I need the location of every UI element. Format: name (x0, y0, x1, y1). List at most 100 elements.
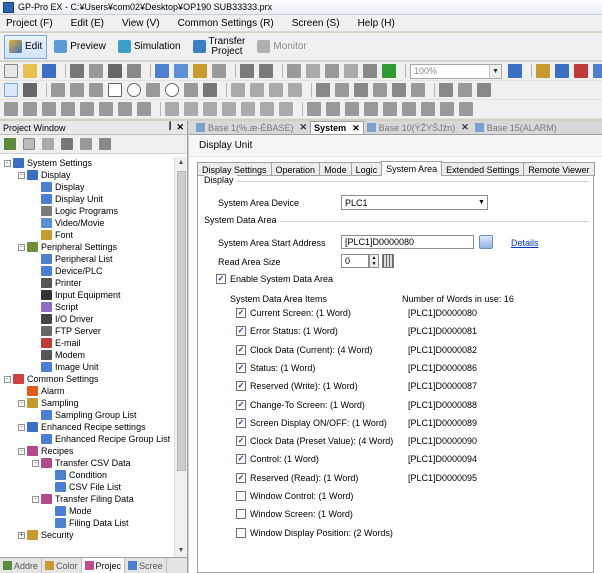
rotate-icon[interactable] (241, 102, 255, 116)
list-icon[interactable] (440, 102, 454, 116)
arc-icon[interactable] (184, 83, 198, 97)
menu-project[interactable]: Project (F) (6, 18, 53, 29)
bring-front-icon[interactable] (165, 102, 179, 116)
tab-remote-viewer[interactable]: Remote Viewer (523, 162, 595, 176)
tab-logic[interactable]: Logic (350, 162, 383, 176)
tree-item[interactable]: Peripheral List (0, 253, 174, 265)
tree-item[interactable]: - Transfer CSV Data (0, 457, 174, 469)
align-right-icon[interactable] (42, 102, 56, 116)
cut-icon[interactable] (287, 64, 301, 78)
item-checkbox[interactable]: ✓ (236, 381, 246, 392)
scale-icon[interactable] (250, 83, 264, 97)
item-checkbox[interactable]: ✓ (236, 454, 246, 465)
tree-item[interactable]: Alarm (0, 385, 174, 397)
tree-item[interactable]: Video/Movie (0, 217, 174, 229)
table-icon[interactable] (231, 83, 245, 97)
pin-icon[interactable]: ꟾ (169, 122, 172, 133)
start-address-input[interactable]: [PLC1]D0000080 (341, 235, 474, 249)
delete-item-icon[interactable] (61, 138, 73, 150)
guide-icon[interactable] (383, 102, 397, 116)
item-checkbox[interactable]: ✓ (236, 399, 246, 410)
layer-icon[interactable] (326, 102, 340, 116)
line-icon[interactable] (70, 83, 84, 97)
doc-tab-base-1[interactable]: Base 1(%.æ-ÉBASE) ✕ (193, 121, 310, 134)
tree-item[interactable]: Device/PLC (0, 265, 174, 277)
monitor-button[interactable]: Monitor (252, 35, 311, 59)
send-back-icon[interactable] (184, 102, 198, 116)
paste-icon[interactable] (325, 64, 339, 78)
collapse-icon[interactable]: - (18, 171, 25, 179)
close-tab-icon[interactable]: ✕ (300, 122, 308, 133)
alarm-icon[interactable] (411, 83, 425, 97)
tree-item[interactable]: Logic Programs (0, 205, 174, 217)
collapse-icon[interactable]: - (18, 423, 25, 431)
select-icon[interactable] (4, 83, 18, 97)
window-icon[interactable] (174, 64, 188, 78)
doc-tab-base-10[interactable]: Base 10(ÝŽYŠJžn) ✕ (364, 121, 472, 134)
enable-system-data-area-checkbox[interactable]: ✓ (216, 274, 226, 284)
align-center-icon[interactable] (23, 102, 37, 116)
close-icon[interactable]: ✕ (176, 122, 184, 133)
image-icon[interactable] (127, 64, 141, 78)
item-checkbox[interactable]: ✓ (236, 308, 246, 318)
menu-view[interactable]: View (V) (122, 18, 160, 29)
circle-icon[interactable] (127, 83, 141, 97)
distribute-icon[interactable] (118, 102, 132, 116)
grid-toggle-icon[interactable] (364, 102, 378, 116)
tree-item[interactable]: Sampling Group List (0, 409, 174, 421)
print-item-icon[interactable] (80, 138, 92, 150)
collapse-icon[interactable]: - (4, 375, 11, 383)
graph-icon[interactable] (373, 83, 387, 97)
menu-edit[interactable]: Edit (E) (71, 18, 104, 29)
item-checkbox[interactable]: ✓ (236, 491, 246, 501)
camera-icon[interactable] (108, 64, 122, 78)
tree-item[interactable]: Mode (0, 505, 174, 517)
tab-address[interactable]: Addre (0, 558, 43, 573)
simulation-button[interactable]: Simulation (113, 35, 186, 59)
undo-icon[interactable] (240, 64, 254, 78)
item-checkbox[interactable]: ✓ (236, 417, 246, 428)
item-checkbox[interactable]: ✓ (236, 527, 246, 538)
tree-item[interactable]: - Display (0, 169, 174, 181)
menu-help[interactable]: Help (H) (358, 18, 395, 29)
tree-item[interactable]: - System Settings (0, 157, 174, 169)
item-checkbox[interactable]: ✓ (236, 326, 246, 337)
tree-item[interactable]: + Security (0, 529, 174, 541)
folder-gray-icon[interactable] (212, 64, 226, 78)
copy-item-icon[interactable] (42, 138, 54, 150)
scroll-up-icon[interactable]: ▲ (175, 157, 187, 169)
collapse-icon[interactable]: - (32, 459, 39, 467)
paste-special-icon[interactable] (344, 64, 358, 78)
align-left-icon[interactable] (4, 102, 18, 116)
read-area-size-stepper[interactable]: ▲ ▼ (369, 254, 379, 268)
collapse-icon[interactable]: - (4, 159, 11, 167)
align-middle-icon[interactable] (80, 102, 94, 116)
keypad-icon[interactable] (382, 254, 394, 268)
keypad-icon[interactable] (392, 83, 406, 97)
view-item-icon[interactable] (99, 138, 111, 150)
tree-item[interactable]: Display Unit (0, 193, 174, 205)
tab-extended-settings[interactable]: Extended Settings (441, 162, 525, 176)
item-checkbox[interactable]: ✓ (236, 509, 246, 520)
folder-icon[interactable] (193, 64, 207, 78)
parts-icon[interactable] (439, 83, 453, 97)
item-checkbox[interactable]: ✓ (236, 472, 246, 483)
item-checkbox[interactable]: ✓ (236, 344, 246, 355)
open-icon[interactable] (23, 64, 37, 78)
align-bottom-icon[interactable] (99, 102, 113, 116)
collapse-icon[interactable]: - (18, 399, 25, 407)
new-icon[interactable] (4, 64, 18, 78)
tree-item[interactable]: - Peripheral Settings (0, 241, 174, 253)
tree-item[interactable]: Printer (0, 277, 174, 289)
tree-item[interactable]: Filing Data List (0, 517, 174, 529)
scrollbar-thumb[interactable] (177, 171, 186, 471)
pie-icon[interactable] (288, 83, 302, 97)
copy-icon[interactable] (306, 64, 320, 78)
address-icon[interactable] (536, 64, 550, 78)
tab-color[interactable]: Color (42, 558, 82, 573)
library-icon[interactable] (593, 64, 602, 78)
polyline-icon[interactable] (89, 83, 103, 97)
symbol-icon[interactable] (555, 64, 569, 78)
tree-item[interactable]: Modem (0, 349, 174, 361)
menu-common-settings[interactable]: Common Settings (R) (178, 18, 274, 29)
